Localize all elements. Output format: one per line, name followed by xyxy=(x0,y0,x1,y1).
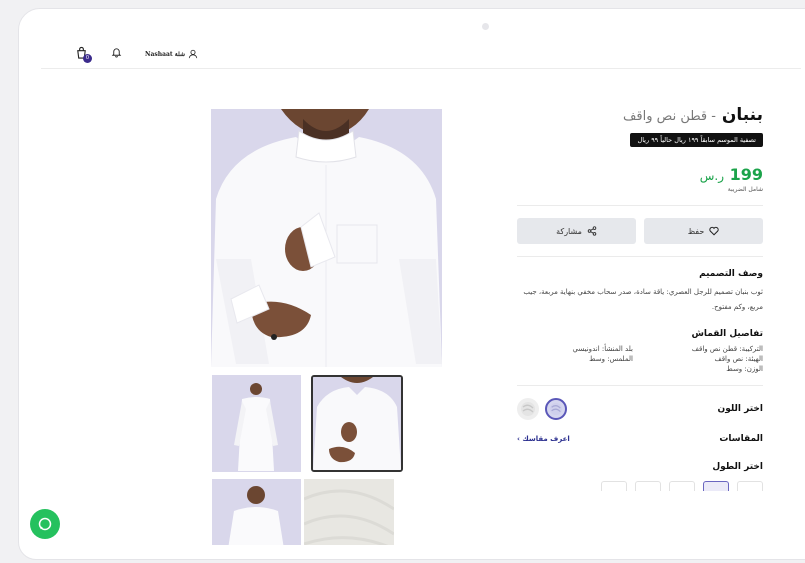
top-bar: 0 Nashaat شلة xyxy=(41,43,801,69)
share-icon xyxy=(587,226,597,236)
app-screen: 0 Nashaat شلة بنبان - قطن نص واقف تصفية … xyxy=(41,43,801,545)
save-button[interactable]: حفظ xyxy=(644,218,763,244)
tax-note: شامل الضريبة xyxy=(727,186,763,193)
color-swatch-white[interactable] xyxy=(517,398,539,420)
product-subtitle: - قطن نص واقف xyxy=(622,109,716,124)
promo-badge: تصفية الموسم سابقاً ١٩٩ ريال حالياً ٩٩ ر… xyxy=(630,133,763,147)
fabric-composition: التركيبة: قطن نص واقف xyxy=(691,345,763,353)
fabric-weight: الوزن: وسط xyxy=(726,365,763,373)
camera-dot xyxy=(482,23,489,30)
bell-icon xyxy=(111,48,122,58)
length-selector: اختر الطول xyxy=(517,454,763,491)
cart-button[interactable]: 0 xyxy=(75,46,92,63)
length-options xyxy=(517,481,763,491)
fabric-origin: بلد المنشأ: اندونيسي xyxy=(572,345,633,353)
divider xyxy=(517,256,763,257)
share-button[interactable]: مشاركة xyxy=(517,218,636,244)
save-label: حفظ xyxy=(687,226,705,236)
color-swatch-blue-selected[interactable] xyxy=(545,398,567,420)
color-selector: اختر اللون xyxy=(517,398,763,420)
length-option[interactable] xyxy=(737,481,763,491)
user-name: Nashaat شلة xyxy=(145,50,185,58)
length-option[interactable] xyxy=(635,481,661,491)
design-heading: وصف التصميم xyxy=(699,269,763,279)
fabric-heading: تفاصيل القماش xyxy=(691,329,763,339)
length-option[interactable] xyxy=(669,481,695,491)
fabric-swirl-icon xyxy=(549,402,563,416)
share-label: مشاركة xyxy=(556,226,582,236)
user-account-button[interactable]: Nashaat شلة xyxy=(145,49,198,59)
whatsapp-chat-button[interactable] xyxy=(30,509,60,539)
user-icon xyxy=(188,49,198,59)
design-description: ثوب بنبان تصميم للرجل العصري: ياقة سادة،… xyxy=(523,288,763,311)
action-buttons: حفظ مشاركة xyxy=(517,218,763,244)
fabric-texture: الملمس: وسط xyxy=(589,355,633,363)
price-value: 199 xyxy=(729,165,763,184)
size-guide-link[interactable]: اعرف مقاسك › xyxy=(517,435,570,443)
length-option-selected[interactable] xyxy=(703,481,729,491)
device-frame: 0 Nashaat شلة بنبان - قطن نص واقف تصفية … xyxy=(18,8,805,560)
color-swatches xyxy=(517,398,567,420)
fabric-swirl-icon xyxy=(521,402,535,416)
product-price: 199 ر.س xyxy=(517,165,763,184)
divider xyxy=(517,385,763,386)
length-label: اختر الطول xyxy=(712,462,763,472)
color-label: اختر اللون xyxy=(717,404,763,414)
divider xyxy=(517,205,763,206)
price-currency: ر.س xyxy=(699,169,725,183)
sizes-row: المقاسات اعرف مقاسك › xyxy=(517,434,763,444)
cart-count-badge: 0 xyxy=(83,54,92,63)
product-title: بنبان - قطن نص واقف xyxy=(517,105,763,125)
thumbnail-4-fabric[interactable] xyxy=(304,479,394,545)
whatsapp-icon xyxy=(38,517,52,531)
product-name: بنبان xyxy=(721,105,763,125)
heart-icon xyxy=(709,226,719,236)
fabric-details: التركيبة: قطن نص واقف بلد المنشأ: اندوني… xyxy=(517,345,763,373)
fabric-body: الهيئة: نص واقف xyxy=(714,355,763,363)
notifications-button[interactable] xyxy=(111,47,122,58)
length-option[interactable] xyxy=(601,481,627,491)
thumbnail-3[interactable] xyxy=(212,479,301,545)
sizes-label: المقاسات xyxy=(719,434,763,444)
thumbnail-1[interactable] xyxy=(212,375,301,472)
main-product-image[interactable] xyxy=(211,109,442,367)
thumbnail-2-selected[interactable] xyxy=(311,375,403,472)
product-info: بنبان - قطن نص واقف تصفية الموسم سابقاً … xyxy=(517,105,763,491)
